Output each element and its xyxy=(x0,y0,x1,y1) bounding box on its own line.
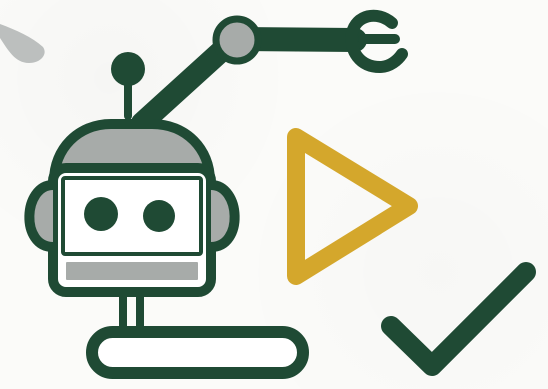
play-icon xyxy=(287,128,418,285)
right-ear xyxy=(206,180,240,252)
automation-illustration xyxy=(0,9,536,379)
right-eye xyxy=(143,200,175,232)
left-eye xyxy=(84,197,118,231)
gray-blob-decoration xyxy=(0,24,45,63)
illustration-canvas xyxy=(0,0,548,389)
antenna-ball xyxy=(111,52,145,86)
left-ear xyxy=(24,180,58,252)
checkmark-icon xyxy=(381,262,536,376)
upper-arm-segment xyxy=(131,34,239,134)
robot-arm-icon xyxy=(24,9,408,379)
elbow-joint xyxy=(212,15,262,65)
robot-face-panel xyxy=(61,176,203,256)
robot-chin-band xyxy=(66,262,198,280)
robot-base xyxy=(86,326,309,379)
